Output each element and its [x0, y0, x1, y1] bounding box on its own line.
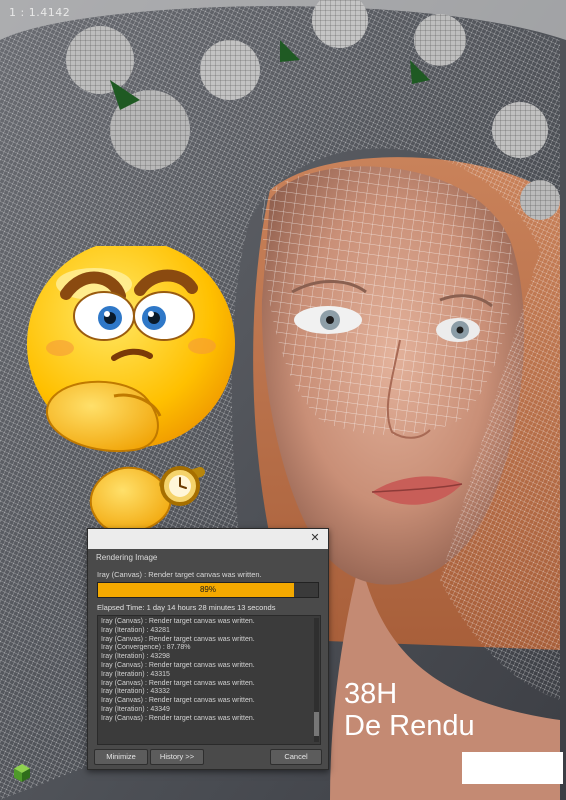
- dialog-heading: Rendering Image: [96, 553, 158, 562]
- log-line: Iray (Canvas) : Render target canvas was…: [101, 661, 255, 669]
- history-button[interactable]: History >>: [150, 749, 204, 765]
- status-text: Iray (Canvas) : Render target canvas was…: [97, 570, 262, 579]
- render-log[interactable]: Iray (Canvas) : Render target canvas was…: [97, 615, 321, 745]
- thinking-emoji-icon: [27, 246, 235, 534]
- frame-ratio-label: 1 : 1.4142: [9, 6, 71, 19]
- dialog-titlebar[interactable]: ✕: [88, 529, 328, 549]
- caption-line-2: De Rendu: [344, 710, 475, 742]
- log-line: Iray (Canvas) : Render target canvas was…: [101, 635, 255, 643]
- render-progress-dialog: ✕ Rendering Image Iray (Canvas) : Render…: [87, 528, 329, 770]
- log-line: Iray (Iteration) : 43332: [101, 688, 170, 696]
- caption-line-1: 38H: [344, 678, 398, 710]
- progress-label: 89%: [199, 585, 216, 594]
- log-line: Iray (Iteration) : 43315: [101, 670, 170, 678]
- render-progress-bar: 89%: [97, 582, 319, 598]
- log-line: Iray (Iteration) : 43349: [101, 705, 170, 713]
- app-cube-logo-icon: [14, 764, 30, 782]
- log-scrollbar[interactable]: [314, 618, 319, 742]
- log-line: Iray (Canvas) : Render target canvas was…: [101, 618, 255, 625]
- render-time-caption: 38H De Rendu: [344, 678, 475, 742]
- close-icon[interactable]: ✕: [308, 531, 322, 545]
- log-line: Iray (Canvas) : Render target canvas was…: [101, 679, 255, 687]
- cancel-button[interactable]: Cancel: [270, 749, 322, 765]
- elapsed-time: Elapsed Time: 1 day 14 hours 28 minutes …: [97, 603, 276, 612]
- log-line: Iray (Iteration) : 43298: [101, 653, 170, 661]
- log-line: Iray (Iteration) : 43281: [101, 626, 170, 634]
- log-scroll-thumb[interactable]: [314, 712, 319, 736]
- log-line: Iray (Canvas) : Render target canvas was…: [101, 714, 255, 722]
- log-lines: Iray (Canvas) : Render target canvas was…: [101, 618, 311, 724]
- minimize-button[interactable]: Minimize: [94, 749, 148, 765]
- blank-panel: [462, 752, 563, 784]
- log-line: Iray (Canvas) : Render target canvas was…: [101, 697, 255, 705]
- log-line: Iray (Convergence) : 87.78%: [101, 644, 191, 652]
